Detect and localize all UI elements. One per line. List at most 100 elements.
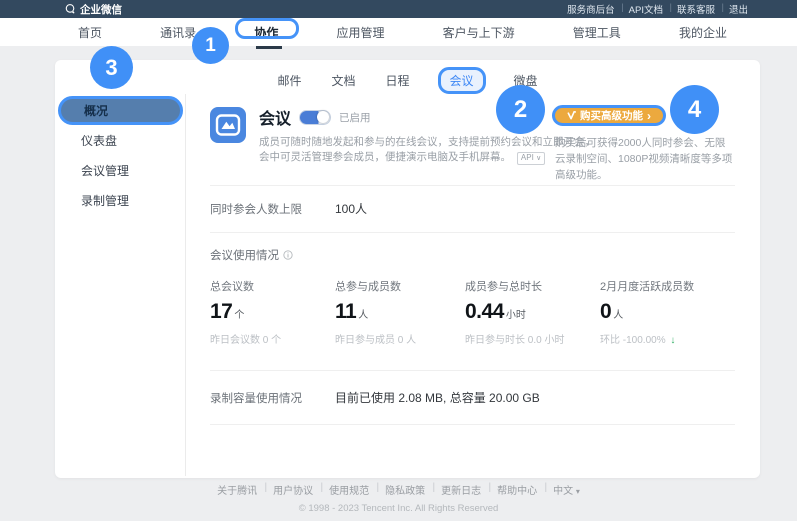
usage-section-header: 会议使用情况	[210, 247, 735, 263]
stat-unit: 人	[358, 310, 368, 321]
divider	[210, 424, 735, 425]
footer-link-help-center[interactable]: 帮助中心	[489, 482, 545, 497]
topbar-link-provider-console[interactable]: 服务商后台	[560, 2, 622, 16]
main-nav: 首页 通讯录 协作 应用管理 客户与上下游 管理工具 我的企业	[0, 18, 797, 46]
recording-capacity-label: 录制容量使用情况	[210, 390, 335, 406]
premium-v-icon	[567, 111, 576, 120]
annotation-step-2-badge: 2	[496, 85, 545, 134]
premium-promo-text: 购买后可获得2000人同时参会、无限云录制空间、1080P视频清晰度等多项高级功…	[555, 135, 735, 183]
page-footer: 关于腾讯 用户协议 使用规范 隐私政策 更新日志 帮助中心 中文 ▾ © 199…	[0, 481, 797, 514]
annotation-step-1-badge: 1	[192, 27, 229, 64]
footer-links: 关于腾讯 用户协议 使用规范 隐私政策 更新日志 帮助中心 中文 ▾	[209, 482, 588, 497]
stat-unit: 人	[613, 310, 623, 321]
annotation-step-3-badge: 3	[90, 46, 133, 89]
chevron-right-icon: ›	[647, 111, 651, 121]
footer-link-usage-rules[interactable]: 使用规范	[321, 482, 377, 497]
footer-language-label: 中文	[553, 486, 573, 497]
overview-content: 会议 已启用 成员可随时随地发起和参与的在线会议，支持提前预约会议和立即开会，会…	[210, 105, 735, 425]
copyright-text: © 1998 - 2023 Tencent Inc. All Rights Re…	[0, 503, 797, 514]
meeting-enable-toggle[interactable]	[299, 110, 331, 125]
collaboration-tabs: 邮件 文档 日程 会议 微盘	[55, 68, 760, 92]
stat-value: 17	[210, 300, 232, 323]
nav-item-contacts[interactable]: 通讯录	[160, 24, 196, 41]
stat-total-participants: 总参与成员数 11人 昨日参与成员 0 人	[335, 278, 465, 346]
stat-value: 0.44	[465, 300, 504, 323]
info-icon[interactable]	[283, 250, 293, 260]
footer-language-selector[interactable]: 中文 ▾	[545, 482, 588, 497]
topbar: 企业微信 服务商后台 API文档 联系客服 退出	[0, 0, 797, 18]
sidebar-item-meeting-management[interactable]: 会议管理	[55, 155, 185, 185]
tab-docs[interactable]: 文档	[331, 72, 355, 89]
stat-label: 总参与成员数	[335, 278, 465, 294]
meeting-app-description: 成员可随时随地发起和参与的在线会议，支持提前预约会议和立即开会，会中可灵活管理参…	[259, 135, 599, 165]
stat-total-duration: 成员参与总时长 0.44小时 昨日参与时长 0.0 小时	[465, 278, 600, 346]
meeting-app-head-main: 会议 已启用 成员可随时随地发起和参与的在线会议，支持提前预约会议和立即开会，会…	[259, 105, 599, 165]
stat-label: 成员参与总时长	[465, 278, 600, 294]
nav-item-customers[interactable]: 客户与上下游	[443, 24, 515, 41]
stat-subtext: 昨日参与时长 0.0 小时	[465, 331, 600, 346]
nav-item-home[interactable]: 首页	[78, 24, 102, 41]
meeting-sidebar: 概况 仪表盘 会议管理 录制管理	[55, 96, 185, 215]
wechat-work-bubble-icon	[64, 3, 76, 15]
meeting-app-header: 会议 已启用 成员可随时随地发起和参与的在线会议，支持提前预约会议和立即开会，会…	[210, 105, 735, 165]
nav-item-collaboration-label: 协作	[254, 26, 278, 40]
stat-label: 总会议数	[210, 278, 335, 294]
nav-item-admin-tools[interactable]: 管理工具	[573, 24, 621, 41]
recording-capacity-row: 录制容量使用情况 目前已使用 2.08 MB, 总容量 20.00 GB	[210, 389, 735, 406]
stat-value: 11	[335, 300, 356, 323]
stat-total-meetings: 总会议数 17个 昨日会议数 0 个	[210, 278, 335, 346]
divider	[210, 370, 735, 371]
meeting-app-icon	[210, 107, 246, 143]
participant-limit-value: 100人	[335, 200, 367, 217]
toggle-knob	[317, 111, 329, 123]
stat-monthly-active-members: 2月月度活跃成员数 0人 环比 -100.00% ↓	[600, 278, 735, 346]
topbar-link-api-docs[interactable]: API文档	[622, 2, 670, 16]
buy-premium-button[interactable]: 购买高级功能 ›	[552, 105, 666, 126]
sidebar-item-recording-management[interactable]: 录制管理	[55, 185, 185, 215]
app-logo-label: 企业微信	[80, 2, 122, 17]
api-badge[interactable]: API ∨	[517, 152, 545, 165]
stat-subtext-value: 环比 -100.00%	[600, 335, 666, 346]
footer-link-user-agreement[interactable]: 用户协议	[265, 482, 321, 497]
divider	[210, 185, 735, 186]
buy-premium-label: 购买高级功能	[580, 108, 643, 123]
divider	[210, 232, 735, 233]
footer-link-changelog[interactable]: 更新日志	[433, 482, 489, 497]
topbar-link-logout[interactable]: 退出	[722, 2, 755, 16]
stat-subtext: 昨日参与成员 0 人	[335, 331, 465, 346]
stat-subtext: 环比 -100.00% ↓	[600, 331, 735, 346]
tab-mail[interactable]: 邮件	[277, 72, 301, 89]
participant-limit-label: 同时参会人数上限	[210, 201, 335, 217]
stat-label: 2月月度活跃成员数	[600, 278, 735, 294]
app-logo[interactable]: 企业微信	[64, 2, 122, 17]
trend-down-icon: ↓	[670, 335, 675, 346]
stat-unit: 小时	[506, 310, 526, 321]
sidebar-item-overview[interactable]: 概况	[58, 96, 183, 125]
usage-stats: 总会议数 17个 昨日会议数 0 个 总参与成员数 11人 昨日参与成员 0 人…	[210, 278, 735, 346]
recording-capacity-value: 目前已使用 2.08 MB, 总容量 20.00 GB	[335, 389, 540, 406]
page-title: 会议	[259, 105, 291, 129]
stat-value: 0	[600, 300, 611, 323]
nav-item-my-company[interactable]: 我的企业	[679, 24, 727, 41]
tab-calendar[interactable]: 日程	[385, 72, 409, 89]
usage-section-title: 会议使用情况	[210, 247, 279, 263]
footer-link-about-tencent[interactable]: 关于腾讯	[209, 482, 265, 497]
participant-limit-row: 同时参会人数上限 100人	[210, 200, 735, 217]
sidebar-divider	[185, 94, 186, 476]
api-caret-down-icon: ∨	[536, 155, 541, 162]
annotation-step-4-badge: 4	[670, 85, 719, 134]
sidebar-item-dashboard[interactable]: 仪表盘	[55, 125, 185, 155]
main-panel: 邮件 文档 日程 会议 微盘 概况 仪表盘 会议管理 录制管理 会议 已启用	[55, 60, 760, 478]
nav-item-collaboration[interactable]: 协作	[254, 24, 278, 41]
topbar-links: 服务商后台 API文档 联系客服 退出	[560, 2, 755, 16]
stat-unit: 个	[234, 310, 244, 321]
active-nav-underline	[256, 46, 282, 49]
nav-item-app-management[interactable]: 应用管理	[336, 24, 384, 41]
stat-subtext: 昨日会议数 0 个	[210, 331, 335, 346]
toggle-state-label: 已启用	[339, 110, 371, 125]
tab-meeting[interactable]: 会议	[438, 67, 486, 94]
api-badge-label: API	[521, 153, 534, 162]
footer-link-privacy-policy[interactable]: 隐私政策	[377, 482, 433, 497]
language-caret-down-icon: ▾	[576, 487, 580, 496]
topbar-link-contact-support[interactable]: 联系客服	[670, 2, 722, 16]
